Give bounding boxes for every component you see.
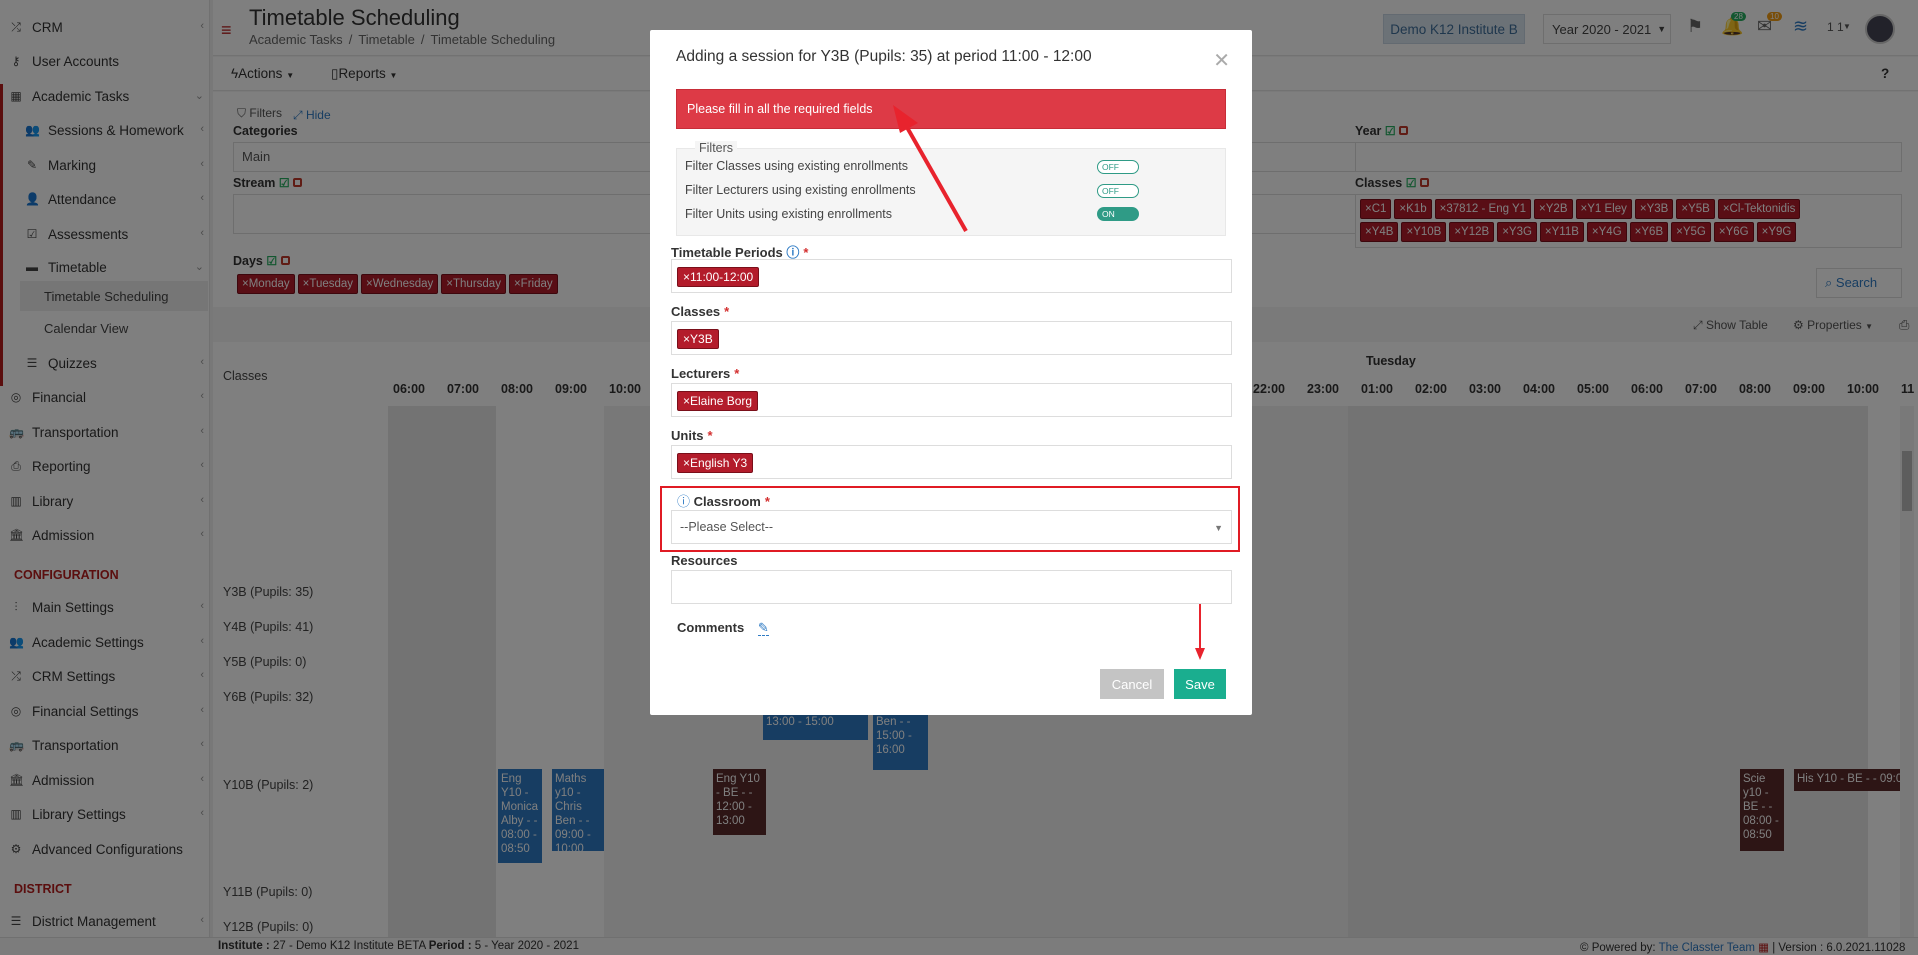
modal-title: Adding a session for Y3B (Pupils: 35) at… xyxy=(676,48,1092,65)
period-tag-label: 11:00-12:00 xyxy=(690,270,754,284)
period-tag[interactable]: ×11:00-12:00 xyxy=(677,267,760,287)
classroom-field-text: Classroom xyxy=(693,494,761,509)
class-tag-label: Y3B xyxy=(690,332,713,346)
caret-down-icon: ▼ xyxy=(1214,523,1223,533)
lecturers-input[interactable]: ×Elaine Borg xyxy=(671,383,1232,417)
resources-input[interactable] xyxy=(671,570,1232,604)
save-button[interactable]: Save xyxy=(1174,669,1226,699)
toggle-state: OFF xyxy=(1102,186,1119,196)
filter-classes-toggle[interactable]: OFF xyxy=(1097,160,1139,174)
comments-field-label: Comments ✎ xyxy=(677,620,769,636)
required-marker: * xyxy=(734,366,740,381)
required-marker: * xyxy=(724,304,730,319)
filter-row-units: Filter Units using existing enrollments xyxy=(685,207,893,221)
lecturers-field-label: Lecturers * xyxy=(671,366,739,381)
add-session-modal: Adding a session for Y3B (Pupils: 35) at… xyxy=(650,30,1252,715)
filter-lecturers-toggle[interactable]: OFF xyxy=(1097,184,1139,198)
classes-field-label: Classes * xyxy=(671,304,729,319)
comments-field-text: Comments xyxy=(677,620,745,635)
timetable-periods-text: Timetable Periods xyxy=(671,245,783,260)
toggle-state: OFF xyxy=(1102,162,1119,172)
required-marker: * xyxy=(764,494,770,509)
filter-row-lecturers: Filter Lecturers using existing enrollme… xyxy=(685,183,916,197)
required-marker: * xyxy=(707,428,713,443)
filter-row-classes: Filter Classes using existing enrollment… xyxy=(685,159,909,173)
lecturer-tag[interactable]: ×Elaine Borg xyxy=(677,391,759,411)
class-tag[interactable]: ×Y3B xyxy=(677,329,719,349)
unit-tag[interactable]: ×English Y3 xyxy=(677,453,754,473)
units-input[interactable]: ×English Y3 xyxy=(671,445,1232,479)
lecturer-tag-label: Elaine Borg xyxy=(690,394,753,408)
filters-fieldset: Filters Filter Classes using existing en… xyxy=(676,141,1226,236)
classes-input[interactable]: ×Y3B xyxy=(671,321,1232,355)
classroom-select[interactable]: --Please Select-- ▼ xyxy=(671,510,1232,544)
info-icon[interactable]: ⓘ xyxy=(786,245,799,260)
timetable-periods-input[interactable]: ×11:00-12:00 xyxy=(671,259,1232,293)
edit-comments-icon[interactable]: ✎ xyxy=(757,620,769,636)
classes-field-text: Classes xyxy=(671,304,721,319)
lecturers-field-text: Lecturers xyxy=(671,366,731,381)
units-field-text: Units xyxy=(671,428,704,443)
classroom-field-label: ⓘ Classroom * xyxy=(677,491,770,510)
toggle-state: ON xyxy=(1102,209,1115,219)
filters-legend: Filters xyxy=(695,141,738,155)
cancel-button[interactable]: Cancel xyxy=(1100,669,1164,699)
resources-field-label: Resources xyxy=(671,553,738,568)
units-field-label: Units * xyxy=(671,428,713,443)
required-marker: * xyxy=(803,245,809,260)
unit-tag-label: English Y3 xyxy=(690,456,748,470)
error-alert: Please fill in all the required fields xyxy=(676,89,1226,129)
close-icon[interactable]: ✕ xyxy=(1213,48,1230,73)
filter-units-toggle[interactable]: ON xyxy=(1097,207,1139,221)
classroom-select-value: --Please Select-- xyxy=(680,520,774,534)
info-icon[interactable]: ⓘ xyxy=(677,494,690,509)
